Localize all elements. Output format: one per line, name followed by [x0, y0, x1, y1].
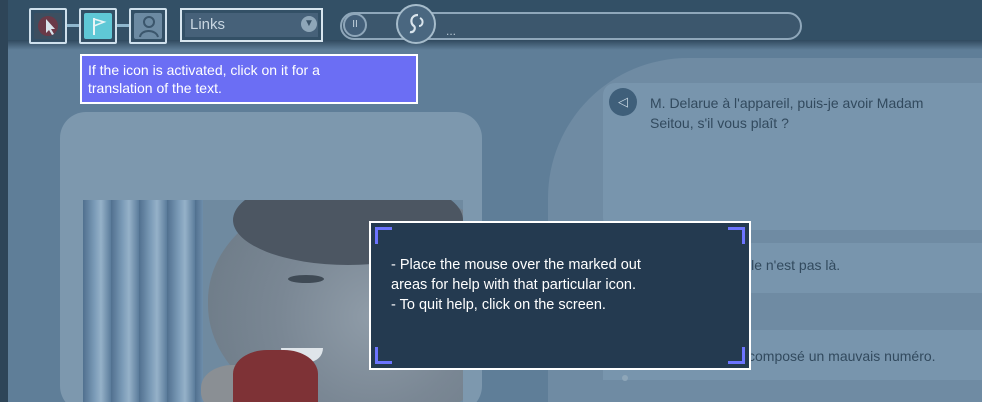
tool-connector — [67, 24, 79, 27]
ear-icon — [409, 13, 424, 34]
app-screen[interactable]: Links ▼ II ... ◁ M. Delarue à l'appareil… — [0, 0, 986, 407]
help-overlay[interactable]: - Place the mouse over the marked out ar… — [369, 221, 751, 370]
photo-background — [83, 200, 203, 407]
translate-tool-face — [84, 13, 112, 39]
dialogue-line-2[interactable]: lle n'est pas là. — [748, 255, 840, 275]
bottom-edge — [0, 402, 986, 407]
flag-icon — [93, 17, 107, 35]
tool-connector — [117, 24, 129, 27]
cursor-arrow-icon — [38, 16, 58, 36]
audio-progress-text: ... — [446, 24, 457, 38]
dialogue-line-1-part-1: M. Delarue à l'appareil, puis-je avoir M… — [650, 95, 924, 111]
links-dropdown[interactable]: Links ▼ — [180, 8, 323, 42]
translate-tooltip: If the icon is activated, click on it fo… — [80, 54, 418, 104]
overlay-corner — [728, 347, 745, 364]
speaker-icon[interactable]: ◁ — [609, 88, 637, 116]
dialogue-line-3[interactable]: composé un mauvais numéro. — [748, 346, 936, 366]
left-edge — [0, 0, 8, 407]
right-edge — [982, 0, 986, 407]
listen-button[interactable] — [396, 4, 436, 44]
help-tool-face — [134, 13, 162, 39]
help-text-line-1: - Place the mouse over the marked out — [391, 257, 641, 273]
help-text-line-2: areas for help with that particular icon… — [391, 277, 637, 293]
pointer-tool-button[interactable] — [29, 8, 67, 44]
pause-button[interactable]: II — [343, 13, 367, 37]
links-dropdown-value: Links — [190, 16, 226, 33]
telephone-handset — [233, 350, 318, 407]
photo-eye — [288, 275, 324, 283]
overlay-corner — [728, 227, 745, 244]
chevron-down-icon[interactable]: ▼ — [301, 16, 317, 32]
help-tool-button[interactable] — [129, 8, 167, 44]
overlay-corner — [375, 347, 392, 364]
person-help-icon — [139, 16, 159, 38]
dialogue-line-1[interactable]: M. Delarue à l'appareil, puis-je avoir M… — [650, 93, 923, 133]
help-text-line-3: - To quit help, click on the screen. — [391, 297, 606, 313]
dialogue-line-1-part-2: Seitou, s'il vous plaît ? — [650, 115, 789, 131]
tooltip-line-2: translation of the text. — [88, 80, 222, 96]
list-bullet — [622, 375, 628, 381]
overlay-corner — [375, 227, 392, 244]
tooltip-line-1: If the icon is activated, click on it fo… — [88, 62, 320, 78]
translate-tool-button[interactable] — [79, 8, 117, 44]
pointer-tool-face — [34, 13, 62, 39]
